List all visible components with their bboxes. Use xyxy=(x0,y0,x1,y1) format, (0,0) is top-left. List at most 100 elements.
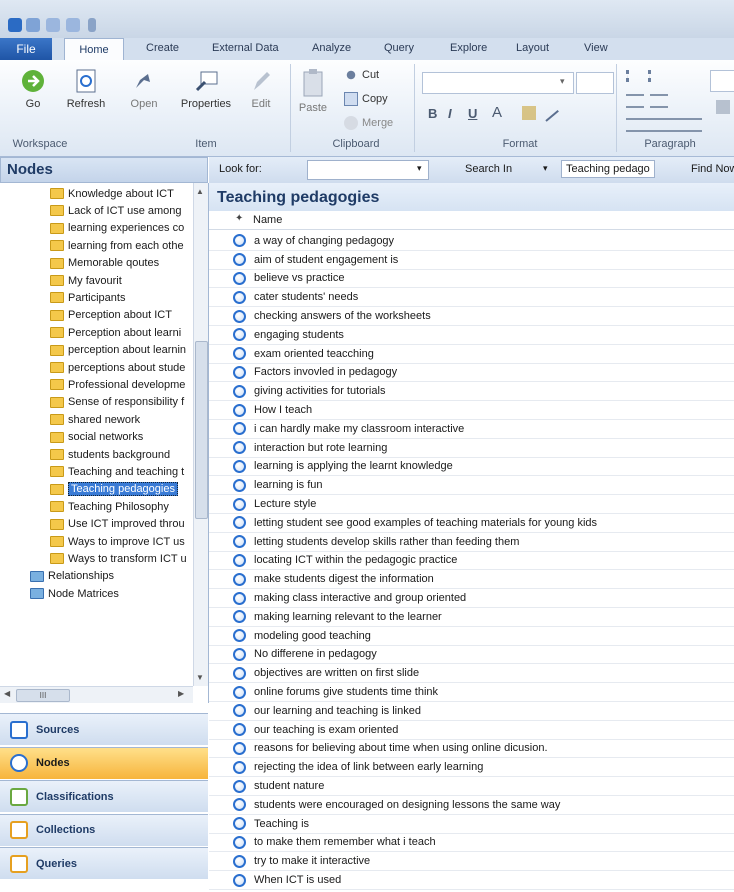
list-item[interactable]: learning is fun xyxy=(209,476,734,496)
tree-item[interactable]: Sense of responsibility f xyxy=(50,394,184,411)
tree-item[interactable]: Professional developme xyxy=(50,376,185,393)
chevron-down-icon[interactable]: ▾ xyxy=(543,163,548,174)
tree-item[interactable]: Perception about learni xyxy=(50,324,181,341)
list-item[interactable]: online forums give students time think xyxy=(209,683,734,702)
tab-external-data[interactable]: External Data xyxy=(212,42,279,54)
cut-button[interactable]: Cut xyxy=(344,68,379,82)
list-item[interactable]: letting student see good examples of tea… xyxy=(209,514,734,533)
tree-item[interactable]: Lack of ICT use among xyxy=(50,202,182,219)
scroll-right-arrow[interactable]: ▶ xyxy=(178,689,184,698)
go-button[interactable]: Go xyxy=(16,68,50,110)
tree-item[interactable]: My favourit xyxy=(50,272,122,289)
tree-item[interactable]: perceptions about stude xyxy=(50,359,185,376)
list-item[interactable]: Teaching is xyxy=(209,815,734,834)
customize-qat-icon[interactable] xyxy=(88,18,96,32)
tree-item[interactable]: Perception about ICT xyxy=(50,307,172,324)
tree-item[interactable]: Knowledge about ICT xyxy=(50,185,174,202)
list-item[interactable]: cater students' needs xyxy=(209,288,734,308)
bullets-icon[interactable] xyxy=(626,70,645,82)
list-item[interactable]: a way of changing pedagogy xyxy=(209,232,734,251)
increase-indent-icon[interactable] xyxy=(650,94,668,108)
chevron-down-icon[interactable]: ▾ xyxy=(417,163,422,174)
list-item[interactable]: When ICT is used xyxy=(209,871,734,890)
scroll-thumb-horizontal[interactable]: III xyxy=(16,689,70,702)
list-item[interactable]: aim of student engagement is xyxy=(209,251,734,270)
tab-explore[interactable]: Explore xyxy=(450,42,487,54)
bold-button[interactable]: B xyxy=(428,106,437,121)
search-in-field[interactable]: Teaching pedago xyxy=(561,160,655,178)
tab-home[interactable]: Home xyxy=(64,38,124,61)
list-item[interactable]: student nature xyxy=(209,777,734,796)
paste-button[interactable]: Paste xyxy=(296,68,330,114)
list-item[interactable]: How I teach xyxy=(209,401,734,420)
list-item[interactable]: making class interactive and group orien… xyxy=(209,589,734,608)
redo-icon[interactable] xyxy=(66,18,80,32)
italic-button[interactable]: I xyxy=(448,106,452,121)
tree-item[interactable]: learning from each othe xyxy=(50,237,184,254)
list-item[interactable]: interaction but rote learning xyxy=(209,439,734,458)
tree-item[interactable]: Ways to improve ICT us xyxy=(50,533,185,550)
tree-vertical-scrollbar[interactable]: ▲ ▼ xyxy=(193,183,208,686)
list-column-header[interactable]: ✦ Name xyxy=(209,211,734,230)
look-for-input[interactable] xyxy=(307,160,429,180)
style-box[interactable] xyxy=(710,70,734,92)
tree-item-top-level[interactable]: Node Matrices xyxy=(30,585,119,602)
nav-button-sources[interactable]: Sources xyxy=(0,713,208,745)
merge-button[interactable]: Merge xyxy=(344,116,393,130)
list-item[interactable]: letting students develop skills rather t… xyxy=(209,533,734,552)
tree-item-top-level[interactable]: Relationships xyxy=(30,568,114,585)
search-in-label[interactable]: Search In xyxy=(465,163,512,175)
list-item[interactable]: i can hardly make my classroom interacti… xyxy=(209,420,734,439)
font-size-box[interactable] xyxy=(576,72,614,94)
tree-item[interactable]: perception about learnin xyxy=(50,342,186,359)
scroll-down-arrow[interactable]: ▼ xyxy=(196,673,204,682)
chevron-down-icon[interactable]: ▾ xyxy=(560,76,565,87)
highlight-icon[interactable] xyxy=(522,106,536,120)
tree-item[interactable]: Memorable qoutes xyxy=(50,255,159,272)
list-item[interactable]: try to make it interactive xyxy=(209,852,734,872)
tab-file[interactable]: File xyxy=(0,38,52,60)
undo-icon[interactable] xyxy=(46,18,60,32)
tree-item[interactable]: students background xyxy=(50,446,170,463)
list-item[interactable]: make students digest the information xyxy=(209,570,734,590)
list-item[interactable]: modeling good teaching xyxy=(209,627,734,646)
tree-item[interactable]: learning experiences co xyxy=(50,220,184,237)
list-item[interactable]: to make them remember what i teach xyxy=(209,834,734,853)
tab-query[interactable]: Query xyxy=(384,42,414,54)
list-item[interactable]: Factors invovled in pedagogy xyxy=(209,364,734,383)
tree-item[interactable]: Ways to transform ICT u xyxy=(50,550,187,567)
tab-create[interactable]: Create xyxy=(146,42,179,54)
tree-item[interactable]: Participants xyxy=(50,289,125,306)
tree-item[interactable]: social networks xyxy=(50,429,143,446)
node-tree[interactable]: Knowledge about ICT Lack of ICT use among… xyxy=(0,183,209,703)
name-column-header[interactable]: Name xyxy=(253,214,282,226)
scroll-up-arrow[interactable]: ▲ xyxy=(196,187,204,196)
list-item[interactable]: rejecting the idea of link between early… xyxy=(209,758,734,778)
tree-horizontal-scrollbar[interactable]: ◀ III ▶ xyxy=(0,686,193,703)
tree-item[interactable]: Teaching pedagogies xyxy=(50,481,178,498)
open-button[interactable]: Open xyxy=(126,68,162,110)
find-now-button[interactable]: Find Now xyxy=(691,163,734,175)
font-name-box[interactable] xyxy=(422,72,574,94)
list-item[interactable]: Lecture style xyxy=(209,495,734,514)
tree-item[interactable]: Teaching Philosophy xyxy=(50,498,169,515)
list-item[interactable]: locating ICT within the pedagogic practi… xyxy=(209,552,734,571)
scroll-left-arrow[interactable]: ◀ xyxy=(4,689,10,698)
list-item[interactable]: objectives are written on first slide xyxy=(209,664,734,684)
tree-item[interactable]: Use ICT improved throu xyxy=(50,516,185,533)
draw-line-icon[interactable] xyxy=(545,109,559,122)
style-icon[interactable] xyxy=(716,100,730,114)
tab-view[interactable]: View xyxy=(584,42,608,54)
list-item[interactable]: reasons for believing about time when us… xyxy=(209,740,734,759)
nav-button-nodes[interactable]: Nodes xyxy=(0,746,208,779)
tree-item[interactable]: shared nework xyxy=(50,411,140,428)
save-icon[interactable] xyxy=(26,18,40,32)
nav-button-collections[interactable]: Collections xyxy=(0,813,208,846)
list-item[interactable]: engaging students xyxy=(209,326,734,345)
underline-button[interactable]: U xyxy=(468,106,477,121)
align-buttons[interactable] xyxy=(626,118,702,132)
list-item[interactable]: making learning relevant to the learner xyxy=(209,608,734,627)
nav-button-queries[interactable]: Queries xyxy=(0,847,208,879)
list-item[interactable]: our teaching is exam oriented xyxy=(209,721,734,740)
refresh-button[interactable]: Refresh xyxy=(64,68,108,110)
